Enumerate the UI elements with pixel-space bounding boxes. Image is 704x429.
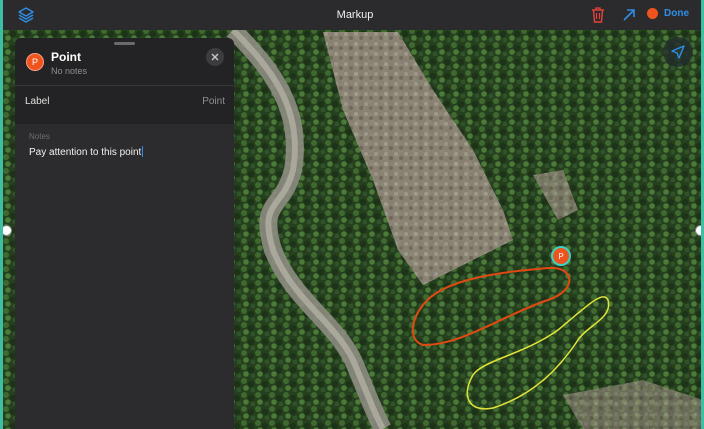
top-bar: Markup Done	[3, 0, 701, 30]
label-row[interactable]: Label Point	[15, 86, 234, 118]
trash-icon[interactable]	[590, 6, 606, 24]
done-label: Done	[664, 8, 689, 19]
location-arrow-icon	[671, 45, 685, 59]
point-details-panel: P Point No notes Label Point Notes Pay a…	[15, 38, 234, 429]
panel-subtitle: No notes	[51, 66, 88, 76]
notes-field[interactable]: Notes Pay attention to this point	[15, 124, 234, 429]
notes-caption: Notes	[29, 132, 50, 141]
text-cursor	[142, 146, 144, 157]
share-arrow-icon[interactable]	[621, 7, 637, 23]
close-button[interactable]	[206, 48, 224, 66]
page-title: Markup	[336, 9, 374, 21]
notes-text: Pay attention to this point	[29, 147, 142, 158]
map-point-letter: P	[558, 251, 564, 261]
right-edge-handle[interactable]	[695, 225, 701, 236]
notes-text-wrapper: Pay attention to this point	[29, 146, 144, 158]
record-dot-icon	[647, 8, 658, 19]
label-key: Label	[25, 96, 50, 107]
close-icon	[211, 53, 219, 61]
panel-title: Point	[51, 50, 81, 64]
layers-icon[interactable]	[17, 6, 35, 24]
point-badge-letter: P	[31, 57, 38, 67]
done-button[interactable]: Done	[647, 8, 689, 19]
panel-grabber[interactable]	[114, 42, 135, 45]
left-edge-handle[interactable]	[3, 225, 12, 236]
map-point-marker[interactable]: P	[551, 246, 571, 266]
locate-button[interactable]	[663, 37, 693, 67]
label-value: Point	[202, 96, 225, 107]
app-frame: P Markup Done P Point No notes Label Poi…	[0, 0, 704, 429]
point-badge: P	[26, 53, 44, 71]
